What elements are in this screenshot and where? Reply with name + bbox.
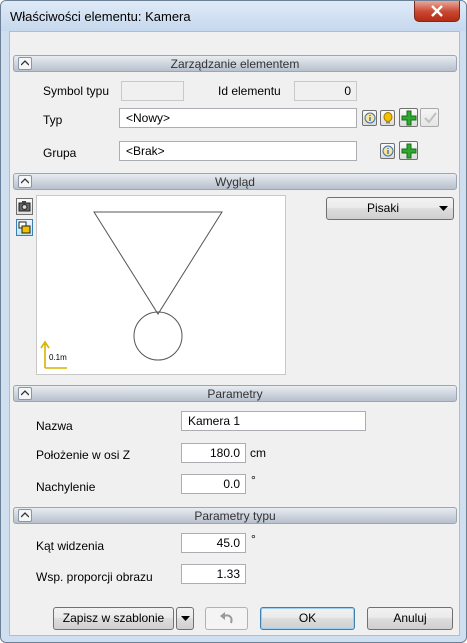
cancel-button[interactable]: Anuluj <box>367 607 453 630</box>
section-header-type-parameters[interactable]: Parametry typu <box>13 507 457 524</box>
shape-icon <box>18 221 31 234</box>
aspect-ratio-field[interactable]: 1.33 <box>181 564 246 584</box>
camera-symbol-drawing <box>40 211 223 369</box>
group-field[interactable]: <Brak> <box>119 141 357 161</box>
plus-icon <box>401 143 417 159</box>
z-position-field[interactable]: 180.0 <box>181 443 246 463</box>
section-title: Parametry typu <box>194 509 276 523</box>
check-icon <box>424 112 437 124</box>
ok-button[interactable]: OK <box>260 607 355 630</box>
id-label: Id elementu <box>218 84 281 98</box>
group-label: Grupa <box>43 146 77 160</box>
dropdown-arrow-icon <box>181 616 190 621</box>
section-title: Zarządzanie elementem <box>170 57 300 71</box>
tilt-unit: ° <box>251 473 256 487</box>
type-add-button[interactable] <box>399 108 418 127</box>
name-field[interactable]: Kamera 1 <box>181 411 366 431</box>
section-header-parameters[interactable]: Parametry <box>13 385 457 402</box>
type-bulb-button[interactable] <box>380 110 395 126</box>
group-add-button[interactable] <box>399 141 418 160</box>
section-header-management[interactable]: Zarządzanie elementem <box>13 55 457 72</box>
bulb-icon <box>383 112 393 124</box>
shape-preview: 0.1m <box>36 195 286 375</box>
tilt-field[interactable]: 0.0 <box>181 474 246 494</box>
type-apply-button[interactable] <box>420 108 439 127</box>
scale-label: 0.1m <box>49 353 67 362</box>
view-angle-label: Kąt widzenia <box>36 539 105 553</box>
camera-icon <box>18 201 31 212</box>
view-angle-unit: ° <box>251 532 256 546</box>
type-info-button[interactable] <box>362 110 377 126</box>
z-unit: cm <box>250 446 266 460</box>
z-position-label: Położenie w osi Z <box>36 448 131 462</box>
group-info-button[interactable] <box>380 143 395 159</box>
title-bar[interactable]: Właściwości elementu: Kamera <box>1 1 466 31</box>
type-label: Typ <box>43 113 63 127</box>
dropdown-arrow-icon <box>439 206 448 211</box>
name-label: Nazwa <box>36 419 73 433</box>
view-angle-field[interactable]: 45.0 <box>181 533 246 553</box>
tilt-label: Nachylenie <box>36 480 96 494</box>
info-icon <box>382 145 394 157</box>
view-camera-button[interactable] <box>16 198 33 215</box>
section-title: Parametry <box>207 387 263 401</box>
view-shape-button[interactable] <box>16 219 33 236</box>
plus-icon <box>401 110 417 126</box>
section-header-appearance[interactable]: Wygląd <box>13 173 457 190</box>
section-title: Wygląd <box>215 175 255 189</box>
symbol-field <box>121 81 184 101</box>
undo-button[interactable] <box>205 607 248 630</box>
window-title: Właściwości elementu: Kamera <box>10 9 191 24</box>
type-field[interactable]: <Nowy> <box>119 108 357 128</box>
undo-icon <box>220 612 233 624</box>
pens-dropdown[interactable]: Pisaki <box>326 197 454 220</box>
close-icon <box>431 5 443 17</box>
info-icon <box>364 112 376 124</box>
save-template-button[interactable]: Zapisz w szablonie <box>53 607 174 630</box>
scale-arrow-icon <box>40 340 50 368</box>
save-template-dropdown[interactable] <box>176 607 194 630</box>
id-field: 0 <box>294 81 357 101</box>
close-button[interactable] <box>414 1 460 22</box>
dialog-window: Właściwości elementu: Kamera Zarządzanie… <box>0 0 467 643</box>
symbol-label: Symbol typu <box>43 84 110 98</box>
aspect-ratio-label: Wsp. proporcji obrazu <box>36 570 153 584</box>
